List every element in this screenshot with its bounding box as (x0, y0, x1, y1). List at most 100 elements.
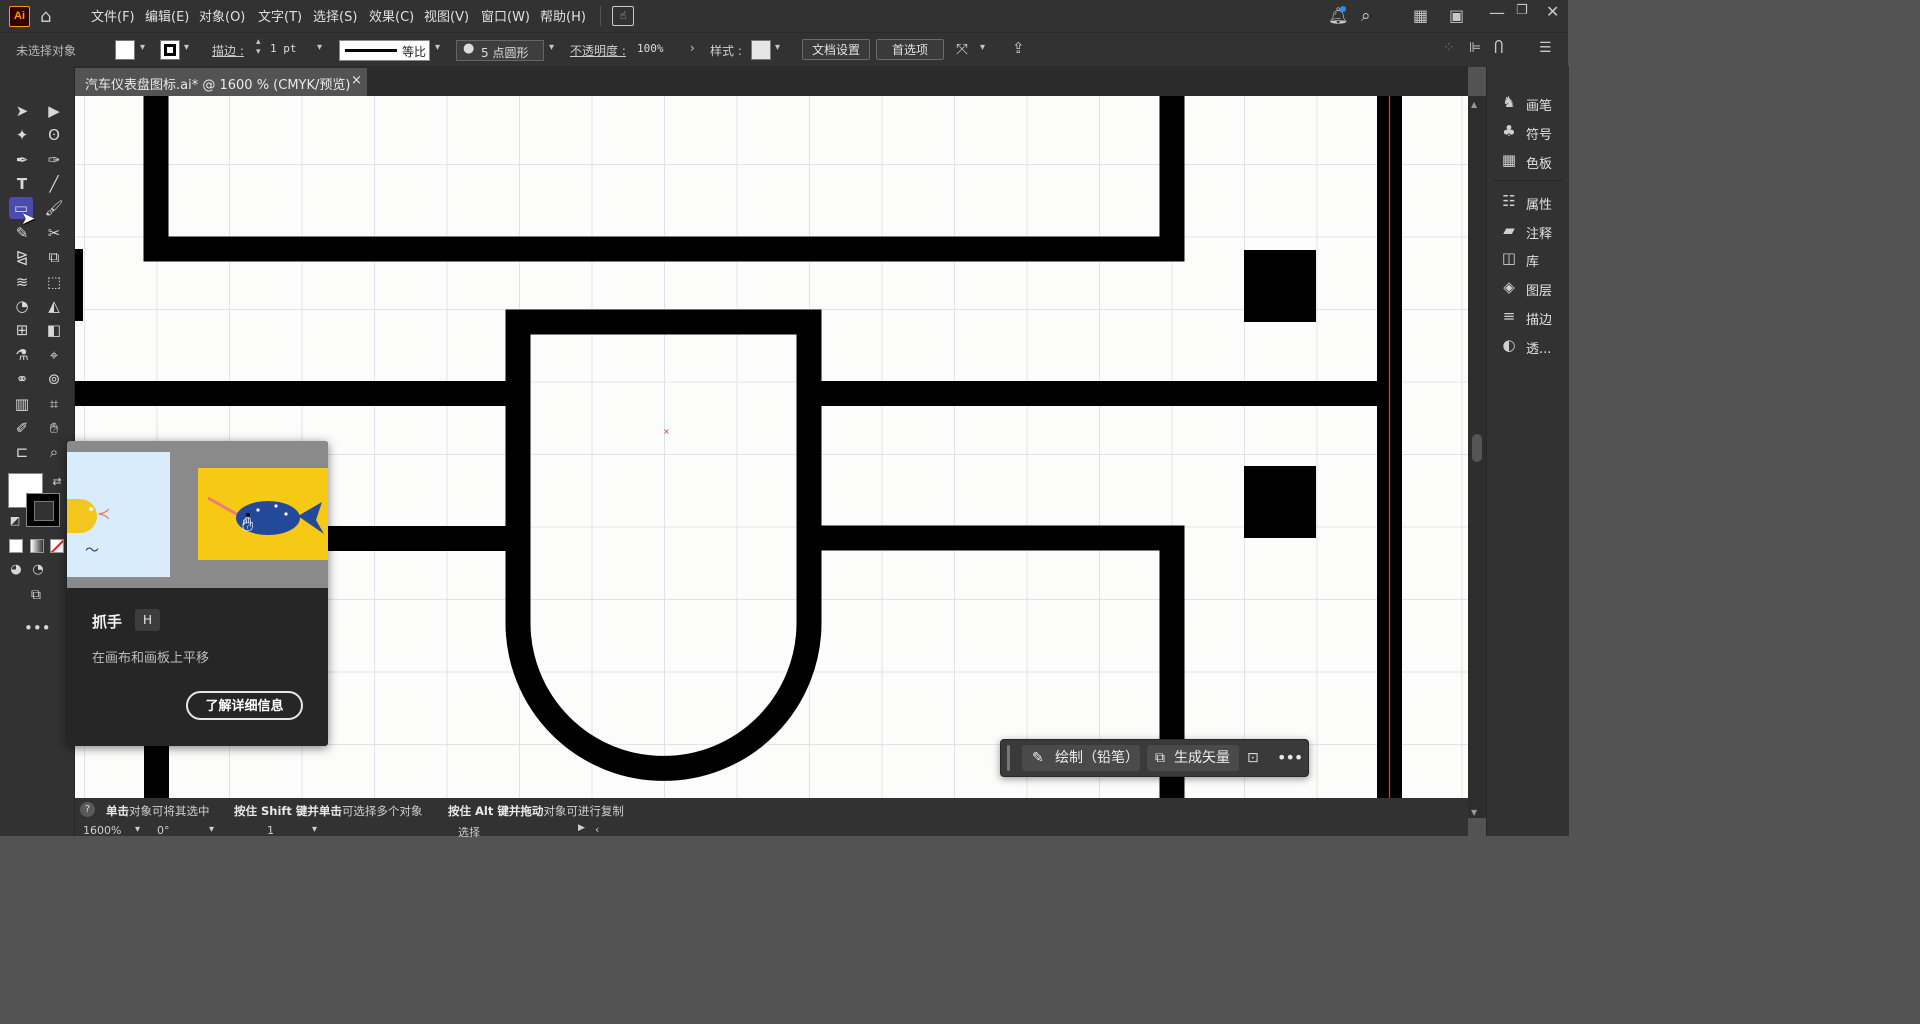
artboard-number[interactable]: 1 (267, 824, 274, 837)
stroke-weight-field[interactable]: 1 pt (266, 40, 318, 58)
menu-select[interactable]: 选择(S) (313, 6, 357, 25)
line-tool-icon[interactable]: ╱ (42, 173, 66, 195)
lasso-tool-icon[interactable]: ʘ (42, 124, 66, 146)
menu-effect[interactable]: 效果(C) (369, 6, 414, 25)
direct-selection-tool-icon[interactable]: ▶ (42, 100, 66, 122)
menu-window[interactable]: 窗口(W) (481, 6, 530, 25)
curvature-tool-icon[interactable]: ✑ (42, 149, 66, 171)
slice-tool-icon[interactable]: ✐ (10, 417, 34, 439)
arrange-icon[interactable]: ⤧ (956, 40, 968, 58)
document-tab[interactable]: 汽车仪表盘图标.ai* @ 1600 % (CMYK/预览) × (75, 68, 367, 96)
stroke-profile-dropdown-icon[interactable]: ▾ (435, 42, 440, 53)
paintbrush-tool-icon[interactable]: 🖌︎ (42, 197, 66, 219)
type-tool-icon[interactable]: T (10, 173, 34, 195)
draw-behind-icon[interactable]: ◔ (26, 559, 50, 581)
more-options-icon[interactable]: ••• (1277, 748, 1303, 767)
fill-swatch[interactable] (115, 40, 135, 60)
blend-tool-icon[interactable]: ⚭ (10, 368, 34, 390)
measure-tool-icon[interactable]: ⌖ (42, 344, 66, 366)
selection-tool-icon[interactable]: ➤ (10, 100, 34, 122)
align-icon[interactable]: ⊫ (1469, 40, 1481, 56)
snap-icon[interactable]: Ⴖ (1494, 39, 1503, 57)
warp-tool-icon[interactable]: ≋ (10, 271, 34, 293)
mesh-tool-icon[interactable]: ⊞ (10, 319, 34, 341)
restore-icon[interactable]: ❐ (1516, 3, 1528, 18)
menu-view[interactable]: 视图(V) (424, 6, 469, 25)
stroke-color-box[interactable] (26, 493, 60, 527)
free-transform-tool-icon[interactable]: ⬚ (42, 271, 66, 293)
panel-layout-icon[interactable]: ▣ (1449, 6, 1464, 25)
shape-builder-tool-icon[interactable]: ◔ (10, 295, 34, 317)
panel-libraries[interactable]: ◫ 库 (1487, 246, 1569, 272)
scroll-down-icon[interactable]: ▼ (1471, 808, 1477, 817)
menu-object[interactable]: 对象(O) (199, 6, 245, 25)
close-window-icon[interactable]: ✕ (1546, 2, 1559, 21)
generate-vector-button[interactable]: ⧉ 生成矢量 (1147, 745, 1239, 771)
none-mode-icon[interactable] (50, 539, 64, 553)
pen-tool-icon[interactable]: ✒ (10, 149, 34, 171)
default-colors-icon[interactable]: ◩ (3, 510, 27, 532)
menu-edit[interactable]: 编辑(E) (145, 6, 189, 25)
symbol-sprayer-tool-icon[interactable]: ⊚ (42, 368, 66, 390)
edit-toolbar-icon[interactable]: ••• (24, 617, 51, 639)
stroke-stepper-icon[interactable]: ▴ ▾ (256, 37, 261, 57)
status-arrow-icon[interactable]: ▶ (578, 823, 585, 833)
panel-comments[interactable]: ▰ 注释 (1487, 218, 1569, 244)
rotation-value[interactable]: 0° (157, 824, 170, 837)
artboard-tool-icon[interactable]: ⌗ (42, 393, 66, 415)
print-tiling-tool-icon[interactable]: ⊏ (10, 441, 34, 463)
minimize-icon[interactable]: — (1489, 3, 1505, 22)
draw-normal-icon[interactable]: ◕ (4, 559, 28, 581)
stroke-swatch[interactable] (160, 40, 180, 60)
vertical-scrollbar[interactable]: ▲ ▼ (1468, 96, 1486, 818)
panel-transparency[interactable]: ◐ 透... (1487, 333, 1569, 359)
color-mode-icon[interactable] (9, 539, 23, 553)
draw-pencil-button[interactable]: ✎ 绘制（铅笔） (1022, 745, 1140, 771)
stroke-label[interactable]: 描边 : (212, 42, 244, 59)
vertical-scroll-thumb[interactable] (1472, 434, 1482, 462)
image-trace-icon[interactable]: ⊡ (1247, 750, 1259, 766)
search-icon[interactable]: ⌕ (1361, 6, 1371, 26)
panel-properties[interactable]: ☷ 属性 (1487, 189, 1569, 215)
menu-type[interactable]: 文字(T) (258, 6, 302, 25)
gradient-tool-icon[interactable]: ◧ (42, 319, 66, 341)
learn-more-button[interactable]: 了解详细信息 (186, 691, 303, 720)
scroll-up-icon[interactable]: ▲ (1471, 100, 1477, 109)
arrange-dropdown-icon[interactable]: ▾ (980, 42, 985, 53)
style-swatch[interactable] (751, 40, 771, 60)
control-menu-icon[interactable]: ☰ (1539, 40, 1552, 56)
zoom-level[interactable]: 1600% (83, 824, 121, 837)
fill-dropdown-icon[interactable]: ▾ (140, 42, 145, 53)
stroke-dropdown-icon[interactable]: ▾ (184, 42, 189, 53)
screen-mode-icon[interactable]: ⧉ (24, 584, 48, 606)
panel-brushes[interactable]: ♞ 画笔 (1487, 90, 1569, 116)
arrange-documents-icon[interactable]: ☝ (612, 6, 634, 26)
graph-tool-icon[interactable]: ▥ (10, 393, 34, 415)
close-tab-icon[interactable]: × (351, 73, 362, 88)
style-dropdown-icon[interactable]: ▾ (775, 42, 780, 53)
magic-wand-tool-icon[interactable]: ✦ (10, 124, 34, 146)
brush-select[interactable]: ● 5 点圆形 (456, 40, 544, 61)
scale-tool-icon[interactable]: ⧉ (42, 246, 66, 268)
home-icon[interactable]: ⌂ (40, 6, 62, 27)
panel-stroke[interactable]: ≡ 描边 (1487, 304, 1569, 330)
panel-swatches[interactable]: ▦ 色板 (1487, 148, 1569, 174)
gradient-mode-icon[interactable] (30, 539, 44, 553)
export-icon[interactable]: ⇪ (1012, 39, 1025, 57)
drag-handle[interactable] (1007, 745, 1010, 771)
panel-symbols[interactable]: ♣ 符号 (1487, 119, 1569, 145)
reflect-tool-icon[interactable]: ⧎ (10, 246, 34, 268)
artboard-dropdown-icon[interactable]: ▾ (312, 824, 317, 835)
zoom-dropdown-icon[interactable]: ▾ (135, 824, 140, 835)
opacity-slider-arrow-icon[interactable]: › (690, 41, 695, 55)
stroke-weight-dropdown-icon[interactable]: ▾ (317, 42, 322, 53)
brush-dropdown-icon[interactable]: ▾ (549, 42, 554, 53)
rotation-dropdown-icon[interactable]: ▾ (209, 824, 214, 835)
workspace-icon[interactable]: ▦ (1413, 6, 1428, 25)
menu-help[interactable]: 帮助(H) (540, 6, 586, 25)
menu-file[interactable]: 文件(F) (91, 6, 135, 25)
scissors-tool-icon[interactable]: ✂ (42, 222, 66, 244)
help-icon[interactable]: ? (80, 802, 95, 817)
opacity-label[interactable]: 不透明度 : (570, 42, 626, 59)
hand-tool-icon[interactable]: ✋︎ (42, 417, 66, 439)
